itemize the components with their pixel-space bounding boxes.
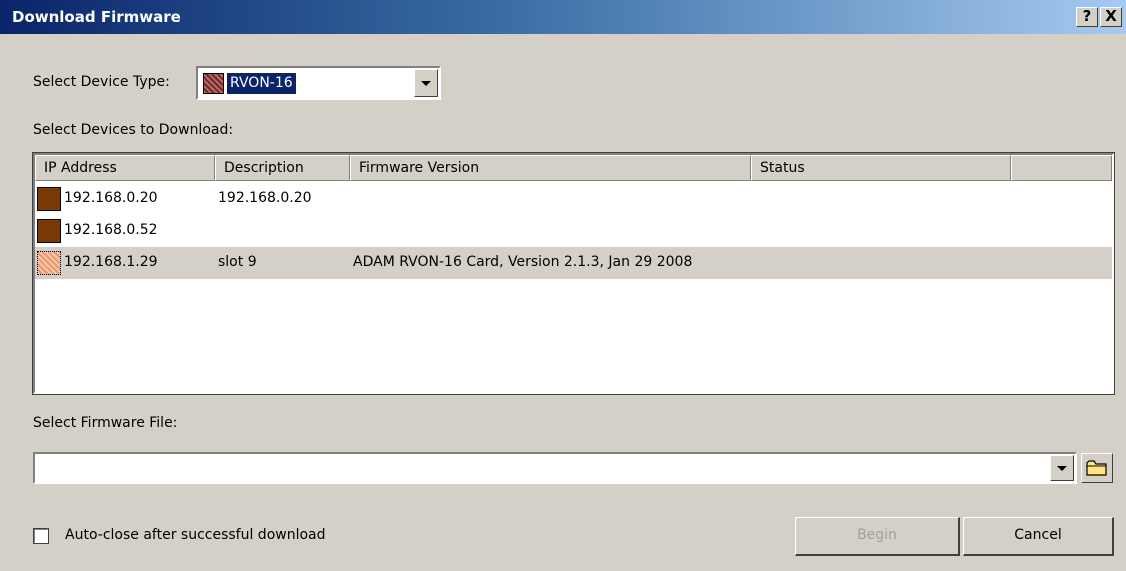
folder-icon bbox=[1086, 460, 1107, 476]
devices-list[interactable]: IP Address Description Firmware Version … bbox=[32, 152, 1115, 395]
firmware-file-input[interactable] bbox=[37, 456, 1047, 478]
begin-button[interactable]: Begin bbox=[795, 517, 960, 556]
device-dark-icon bbox=[37, 219, 61, 243]
device-ip: 192.168.0.52 bbox=[64, 222, 158, 238]
device-ip: 192.168.1.29 bbox=[64, 254, 158, 270]
column-header-empty[interactable] bbox=[1011, 155, 1112, 181]
device-row[interactable]: 192.168.0.20 192.168.0.20 bbox=[35, 183, 1112, 215]
auto-close-checkbox[interactable] bbox=[33, 528, 49, 544]
firmware-file-label: Select Firmware File: bbox=[33, 415, 178, 431]
window-title: Download Firmware bbox=[12, 8, 181, 26]
device-row[interactable]: 192.168.0.52 bbox=[35, 215, 1112, 247]
column-header-description[interactable]: Description bbox=[215, 155, 350, 181]
firmware-file-combo[interactable] bbox=[33, 452, 1077, 484]
devices-label: Select Devices to Download: bbox=[33, 122, 234, 138]
chevron-down-icon bbox=[421, 81, 431, 86]
cancel-button[interactable]: Cancel bbox=[963, 517, 1114, 556]
device-ip: 192.168.0.20 bbox=[64, 190, 158, 206]
device-row-selected[interactable]: 192.168.1.29 slot 9 ADAM RVON-16 Card, V… bbox=[35, 247, 1112, 279]
devices-list-header: IP Address Description Firmware Version … bbox=[35, 155, 1112, 181]
device-firmware: ADAM RVON-16 Card, Version 2.1.3, Jan 29… bbox=[353, 254, 693, 270]
device-type-label: Select Device Type: bbox=[33, 74, 170, 90]
column-header-firmware-version[interactable]: Firmware Version bbox=[350, 155, 751, 181]
help-button[interactable]: ? bbox=[1076, 7, 1098, 27]
device-type-dropdown-button[interactable] bbox=[414, 69, 438, 97]
device-light-icon bbox=[37, 251, 61, 275]
device-description: slot 9 bbox=[218, 254, 257, 270]
close-button[interactable]: X bbox=[1100, 7, 1122, 27]
device-dark-icon bbox=[37, 187, 61, 211]
device-type-value: RVON-16 bbox=[227, 73, 296, 94]
device-type-select[interactable]: RVON-16 bbox=[196, 66, 441, 100]
column-header-status[interactable]: Status bbox=[751, 155, 1011, 181]
browse-button[interactable] bbox=[1081, 453, 1113, 483]
column-header-ip-address[interactable]: IP Address bbox=[35, 155, 215, 181]
device-type-icon bbox=[203, 73, 224, 94]
device-description: 192.168.0.20 bbox=[218, 190, 312, 206]
chevron-down-icon bbox=[1057, 466, 1067, 471]
firmware-file-dropdown-button[interactable] bbox=[1050, 455, 1074, 481]
title-bar: Download Firmware ? X bbox=[0, 0, 1126, 34]
auto-close-label[interactable]: Auto-close after successful download bbox=[65, 527, 326, 543]
